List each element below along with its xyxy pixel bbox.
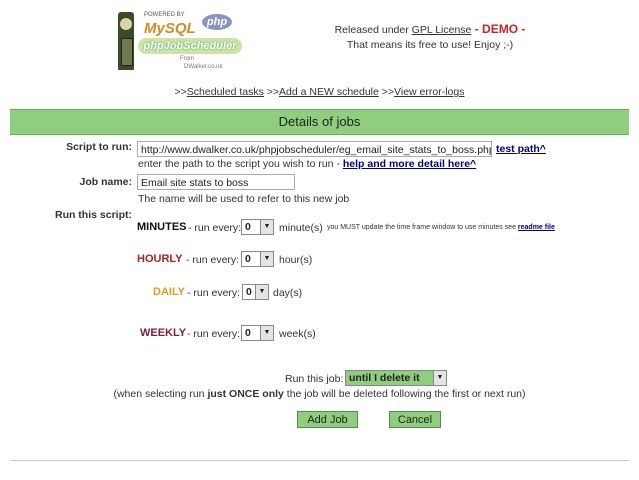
gpl-license-link[interactable]: GPL License xyxy=(412,24,472,36)
script-help: enter the path to the script you wish to… xyxy=(138,158,476,170)
nav-sep: >> xyxy=(266,86,280,98)
minutes-run-every: - run every: xyxy=(188,222,242,234)
run-script-label: Run this script: xyxy=(54,209,132,221)
daily-value: 0 xyxy=(246,286,252,298)
release-info: Released under GPL License - DEMO - That… xyxy=(300,22,560,53)
weekly-label: WEEKLY xyxy=(140,327,187,339)
readme-link[interactable]: readme file xyxy=(518,224,555,231)
release-line2: That means its free to use! Enjoy ;-) xyxy=(346,39,514,51)
once-note-bold: just ONCE only xyxy=(207,388,284,400)
grandfather-clock-icon xyxy=(118,12,134,70)
script-help-text: enter the path to the script you wish to… xyxy=(138,158,343,170)
minutes-note: you MUST update the time frame window to… xyxy=(327,224,555,231)
minutes-value: 0 xyxy=(245,221,251,233)
release-prefix: Released under xyxy=(334,24,412,36)
weekly-run-every: - run every: xyxy=(187,328,241,340)
script-label: Script to run: xyxy=(66,141,132,153)
help-link[interactable]: help and more detail here^ xyxy=(343,158,476,170)
chevron-down-icon: ▼ xyxy=(260,326,273,340)
test-path-link[interactable]: test path^ xyxy=(496,143,546,155)
chevron-down-icon: ▼ xyxy=(260,252,273,266)
hourly-value: 0 xyxy=(245,253,251,265)
job-name-label: Job name: xyxy=(79,176,132,188)
chevron-down-icon: ▼ xyxy=(433,371,446,385)
daily-label: DAILY xyxy=(153,286,185,298)
nav-sep: >> xyxy=(174,86,187,98)
daily-run-every: - run every: xyxy=(187,287,241,299)
mysql-logo-text: MySQL xyxy=(144,20,196,37)
top-nav: >>Scheduled tasks >>Add a NEW schedule >… xyxy=(0,86,639,98)
minutes-select[interactable]: 0 ▼ xyxy=(241,219,274,235)
daily-unit: day(s) xyxy=(273,287,303,299)
hourly-run-every: - run every: xyxy=(186,254,240,266)
job-name-input[interactable]: Email site stats to boss xyxy=(137,174,295,190)
nav-scheduled-tasks[interactable]: Scheduled tasks xyxy=(187,86,264,98)
weekly-select[interactable]: 0 ▼ xyxy=(241,325,274,341)
hourly-unit: hour(s) xyxy=(279,254,313,266)
bottom-divider xyxy=(10,460,629,461)
daily-select[interactable]: 0 ▼ xyxy=(242,284,269,300)
logo-name: phpJobScheduler xyxy=(138,38,242,54)
cancel-button[interactable]: Cancel xyxy=(389,411,441,428)
script-path-input[interactable]: http://www.dwalker.co.uk/phpjobscheduler… xyxy=(137,141,492,157)
minutes-label: MINUTES xyxy=(137,221,187,233)
once-note-post: the job will be deleted following the fi… xyxy=(283,388,526,400)
demo-label: - DEMO - xyxy=(471,22,526,36)
run-job-value: until I delete it xyxy=(349,372,420,384)
nav-add-schedule[interactable]: Add a NEW schedule xyxy=(279,86,379,98)
chevron-down-icon: ▼ xyxy=(260,220,273,234)
header: POWERED BY MySQL php phpJobScheduler Fro… xyxy=(0,0,639,80)
nav-sep: >> xyxy=(381,86,395,98)
run-job-select[interactable]: until I delete it ▼ xyxy=(345,370,447,386)
logo-powered-by: POWERED BY xyxy=(144,12,185,18)
weekly-value: 0 xyxy=(245,327,251,339)
logo-from: From xyxy=(180,56,194,62)
nav-error-logs[interactable]: View error-logs xyxy=(394,86,464,98)
minutes-unit: minute(s) xyxy=(279,222,323,234)
add-job-button[interactable]: Add Job xyxy=(297,411,358,428)
weekly-unit: week(s) xyxy=(279,328,316,340)
chevron-down-icon: ▼ xyxy=(255,285,268,299)
once-note-pre: (when selecting run xyxy=(113,388,208,400)
php-logo-icon: php xyxy=(202,14,232,30)
phpjobscheduler-logo: POWERED BY MySQL php phpJobScheduler Fro… xyxy=(110,8,250,76)
page-title: Details of jobs xyxy=(10,109,629,135)
hourly-label: HOURLY xyxy=(137,253,183,265)
once-note: (when selecting run just ONCE only the j… xyxy=(0,388,639,400)
run-job-label: Run this job: xyxy=(285,373,344,385)
job-name-help: The name will be used to refer to this n… xyxy=(138,193,350,205)
logo-site: DWalker.co.uk xyxy=(184,64,223,70)
hourly-select[interactable]: 0 ▼ xyxy=(241,251,274,267)
minutes-note-text: you MUST update the time frame window to… xyxy=(327,224,518,231)
